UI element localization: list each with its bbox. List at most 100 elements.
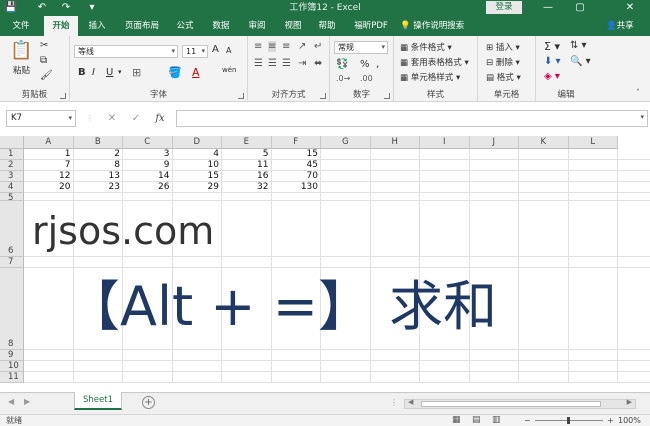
- cell-styles-button[interactable]: ▦ 单元格样式 ▾: [400, 71, 460, 83]
- clipboard-launcher-icon[interactable]: [60, 93, 66, 99]
- column-header-h[interactable]: H: [370, 136, 420, 149]
- cell-f2[interactable]: 45: [272, 160, 322, 171]
- column-header-k[interactable]: K: [519, 136, 569, 149]
- column-header-b[interactable]: B: [73, 136, 123, 149]
- share-button[interactable]: 👤共享: [606, 16, 634, 36]
- login-button[interactable]: 登录: [486, 1, 522, 14]
- name-box[interactable]: K7 ▾: [6, 110, 76, 127]
- column-header-i[interactable]: I: [420, 136, 470, 149]
- minimize-icon[interactable]: —: [536, 0, 560, 16]
- row-header-4[interactable]: 4: [0, 182, 24, 193]
- zoom-level[interactable]: 100%: [618, 415, 641, 426]
- tab-file[interactable]: 文件: [6, 16, 36, 36]
- indent-icon[interactable]: ⇥: [298, 58, 306, 69]
- align-center-icon[interactable]: ☰: [268, 58, 277, 69]
- row-header-1[interactable]: 1: [0, 149, 24, 160]
- orientation-icon[interactable]: ↗: [298, 41, 306, 52]
- cell-f3[interactable]: 70: [272, 171, 322, 182]
- phonetic-icon[interactable]: wén: [222, 66, 236, 74]
- align-right-icon[interactable]: ☰: [282, 58, 291, 69]
- cell-a1[interactable]: 1: [24, 149, 74, 160]
- currency-icon[interactable]: 💱: [336, 59, 348, 70]
- row-header-5[interactable]: 5: [0, 193, 24, 203]
- tab-home[interactable]: 开始: [44, 16, 78, 36]
- cell-b4[interactable]: 23: [74, 182, 124, 193]
- paste-button[interactable]: 粘贴: [13, 64, 30, 76]
- insert-cells-button[interactable]: ⊞ 插入 ▾: [486, 41, 520, 53]
- percent-button[interactable]: %: [360, 59, 370, 70]
- chevron-down-icon[interactable]: ▾: [118, 68, 122, 76]
- fill-color-icon[interactable]: 🪣: [168, 66, 182, 79]
- merge-center-icon[interactable]: ⬌: [314, 58, 322, 69]
- cell-e4[interactable]: 32: [222, 182, 272, 193]
- column-header-d[interactable]: D: [172, 136, 222, 149]
- split-grip-icon[interactable]: ⋮: [390, 398, 398, 407]
- cell-d4[interactable]: 29: [173, 182, 223, 193]
- cell-b3[interactable]: 13: [74, 171, 124, 182]
- font-color-icon[interactable]: A: [192, 66, 200, 79]
- normal-view-icon[interactable]: ▦: [452, 415, 461, 426]
- cut-icon[interactable]: ✂: [40, 40, 48, 51]
- grow-font-icon[interactable]: A: [212, 44, 219, 55]
- column-header-j[interactable]: J: [469, 136, 519, 149]
- zoom-slider-knob[interactable]: [567, 417, 570, 424]
- sheet-tab-sheet1[interactable]: Sheet1: [74, 392, 122, 410]
- sort-filter-icon[interactable]: ⇅ ▾: [570, 40, 587, 51]
- scroll-left-arrow-icon[interactable]: ◀: [408, 398, 413, 406]
- tab-help[interactable]: 帮助: [312, 16, 342, 36]
- scroll-right-arrow-icon[interactable]: ▶: [627, 398, 632, 406]
- decrease-decimal-icon[interactable]: .00: [360, 74, 373, 83]
- insert-function-button[interactable]: fx: [152, 110, 168, 127]
- scrollbar-thumb[interactable]: [421, 401, 601, 407]
- tab-insert[interactable]: 插入: [82, 16, 112, 36]
- scroll-left-icon[interactable]: ◀: [8, 397, 14, 406]
- wrap-text-icon[interactable]: ↵: [314, 41, 322, 52]
- delete-cells-button[interactable]: ⊟ 删除 ▾: [486, 56, 520, 68]
- column-header-l[interactable]: L: [568, 136, 618, 149]
- fill-icon[interactable]: ⬇ ▾: [544, 56, 561, 67]
- alignment-launcher-icon[interactable]: [320, 93, 326, 99]
- row-header-7[interactable]: 7: [0, 257, 24, 268]
- shrink-font-icon[interactable]: A: [226, 46, 231, 55]
- cell-e1[interactable]: 5: [222, 149, 272, 160]
- cell-f1[interactable]: 15: [272, 149, 322, 160]
- row-header-6[interactable]: 6: [0, 201, 24, 257]
- copy-icon[interactable]: ⧉: [40, 55, 47, 66]
- cell-b1[interactable]: 2: [74, 149, 124, 160]
- font-size-select[interactable]: 11 ▾: [182, 45, 208, 58]
- cancel-icon[interactable]: ✕: [104, 110, 120, 127]
- select-all-corner[interactable]: [0, 136, 24, 149]
- zoom-out-button[interactable]: −: [524, 415, 531, 426]
- cell-a3[interactable]: 12: [24, 171, 74, 182]
- paste-icon[interactable]: 📋: [10, 40, 32, 61]
- bold-button[interactable]: B: [78, 67, 86, 78]
- cell-c1[interactable]: 3: [123, 149, 173, 160]
- italic-button[interactable]: I: [92, 67, 95, 78]
- column-header-e[interactable]: E: [222, 136, 272, 149]
- page-break-view-icon[interactable]: ▥: [492, 415, 501, 426]
- cell-e3[interactable]: 16: [222, 171, 272, 182]
- align-left-icon[interactable]: ☰: [254, 58, 263, 69]
- column-header-c[interactable]: C: [123, 136, 173, 149]
- cell-b2[interactable]: 8: [74, 160, 124, 171]
- tab-formulas[interactable]: 公式: [170, 16, 200, 36]
- tab-page-layout[interactable]: 页面布局: [118, 16, 166, 36]
- font-name-select[interactable]: 等线 ▾: [74, 45, 178, 58]
- column-header-f[interactable]: F: [271, 136, 321, 149]
- align-middle-icon[interactable]: ≡: [268, 41, 277, 52]
- clear-icon[interactable]: ◈ ▾: [544, 71, 560, 82]
- tab-foxit-pdf[interactable]: 福昕PDF: [348, 16, 394, 36]
- comma-button[interactable]: ,: [376, 59, 379, 70]
- cell-d2[interactable]: 10: [173, 160, 223, 171]
- font-launcher-icon[interactable]: [238, 93, 244, 99]
- cell-c3[interactable]: 14: [123, 171, 173, 182]
- column-header-g[interactable]: G: [321, 136, 371, 149]
- close-icon[interactable]: ✕: [618, 0, 642, 16]
- format-cells-button[interactable]: ▤ 格式 ▾: [486, 71, 521, 83]
- number-launcher-icon[interactable]: [384, 93, 390, 99]
- cell-f4[interactable]: 130: [272, 182, 322, 193]
- format-as-table-button[interactable]: ▦ 套用表格格式 ▾: [400, 56, 469, 68]
- increase-decimal-icon[interactable]: .0→: [336, 74, 350, 83]
- cell-e2[interactable]: 11: [222, 160, 272, 171]
- cell-c4[interactable]: 26: [123, 182, 173, 193]
